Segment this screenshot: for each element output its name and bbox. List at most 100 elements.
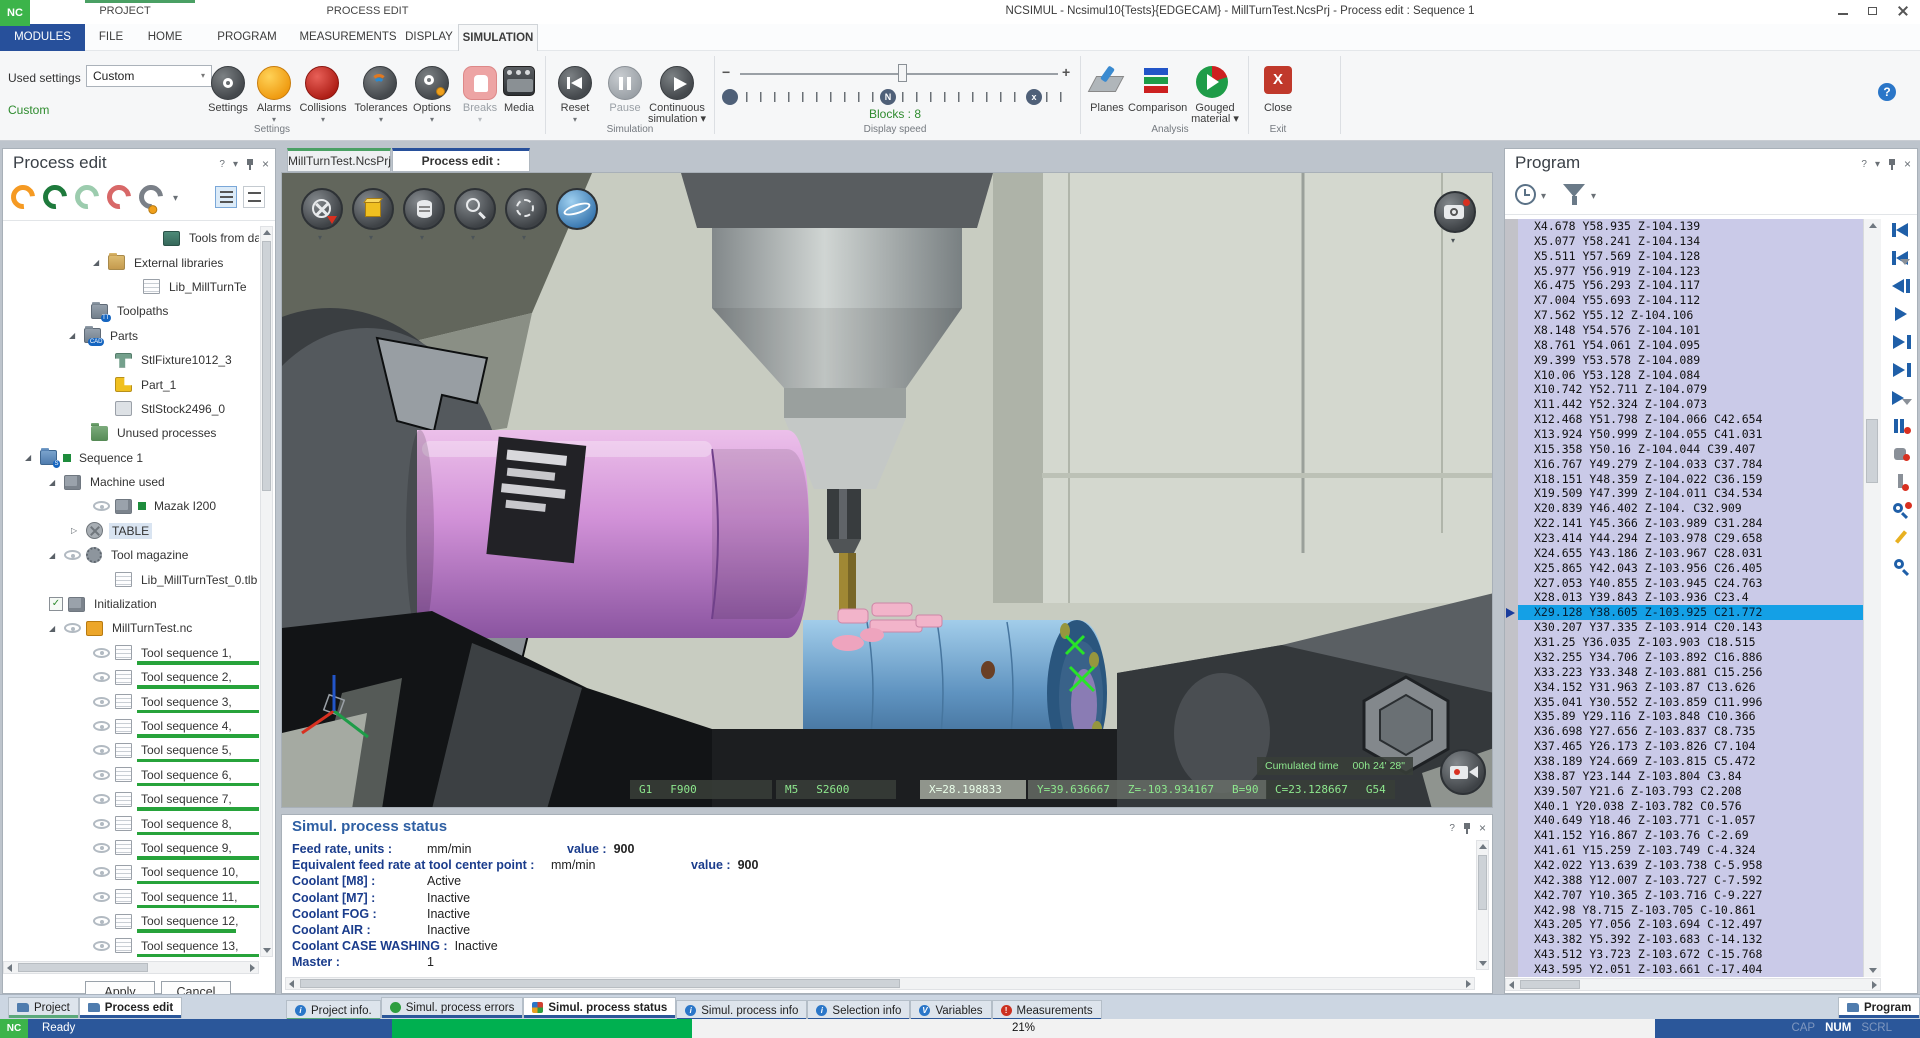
tree-item-label[interactable]: Tool sequence 8, [138, 816, 235, 832]
part-display-button[interactable] [403, 188, 445, 230]
tab-simul-process-info[interactable]: iSimul. process info [676, 1000, 807, 1021]
options-caret-icon[interactable]: ▾ [405, 115, 459, 124]
status-help-icon[interactable]: ? [1449, 823, 1455, 834]
close-window-button[interactable] [1896, 5, 1910, 17]
speed-clock-icon[interactable] [722, 89, 738, 105]
skip-first-icon[interactable] [1890, 219, 1914, 241]
program-pin-icon[interactable] [1888, 159, 1896, 170]
tab-measurements[interactable]: MEASUREMENTS [296, 24, 400, 51]
gcode-line[interactable]: X24.655 Y43.186 Z-103.967 C28.031 [1518, 546, 1863, 561]
used-settings-combo[interactable]: Custom▾ [86, 65, 212, 87]
machine-3d-viewport[interactable]: ▾ ▾ ▾ ▾ ▾ ▾ Cumulated time 00h 24' 28" G… [281, 172, 1493, 808]
tree-item-label[interactable]: External libraries [131, 255, 226, 271]
speed-minus-icon[interactable]: − [722, 64, 730, 80]
expander-open-icon[interactable]: ◢ [49, 624, 64, 633]
visibility-eye-icon[interactable] [93, 697, 110, 707]
gcode-line[interactable]: X30.207 Y37.335 Z-103.914 C20.143 [1518, 620, 1863, 635]
program-horizontal-scrollbar[interactable] [1505, 978, 1881, 991]
gcode-line[interactable]: X42.707 Y10.365 Z-103.716 C-9.227 [1518, 888, 1863, 903]
gcode-line[interactable]: X16.767 Y49.279 Z-104.033 C37.784 [1518, 457, 1863, 472]
run-red-icon[interactable] [102, 180, 136, 214]
visibility-eye-icon[interactable] [93, 819, 110, 829]
gcode-line[interactable]: X42.022 Y13.639 Z-103.738 C-5.958 [1518, 858, 1863, 873]
gcode-line[interactable]: X34.152 Y31.963 Z-103.87 C13.626 [1518, 680, 1863, 695]
visibility-eye-icon[interactable] [93, 892, 110, 902]
tab-program[interactable]: Program [1838, 997, 1920, 1018]
status-close-icon[interactable]: × [1479, 821, 1486, 835]
visibility-eye-icon[interactable] [93, 672, 110, 682]
view-list-icon[interactable] [243, 186, 265, 208]
gcode-line[interactable]: X8.761 Y54.061 Z-104.095 [1518, 338, 1863, 353]
gouged-material-button[interactable]: Gouged material ▾ [1190, 103, 1240, 125]
visibility-eye-icon[interactable] [93, 867, 110, 877]
tab-program[interactable]: PROGRAM [202, 24, 292, 51]
gcode-line[interactable]: X31.25 Y36.035 Z-103.903 C18.515 [1518, 635, 1863, 650]
tab-project-view[interactable]: MillTurnTest.NcsPrj [287, 148, 391, 172]
tree-row[interactable]: ◢CADParts [3, 324, 259, 348]
tree-row[interactable]: Lib_MillTurnTe [3, 275, 259, 299]
run-orange-icon[interactable] [6, 180, 40, 214]
tab-selection-info[interactable]: iSelection info [807, 1000, 910, 1021]
run-caret-icon[interactable]: ▾ [173, 193, 178, 204]
tree-row[interactable]: ◢SSequence 1 [3, 446, 259, 470]
visibility-eye-icon[interactable] [64, 623, 81, 633]
tree-item-label[interactable]: Tool sequence 1, [138, 645, 235, 661]
gcode-line[interactable]: X43.595 Y2.051 Z-103.661 C-17.404 [1518, 962, 1863, 977]
visibility-eye-icon[interactable] [93, 843, 110, 853]
gcode-line[interactable]: X6.475 Y56.293 Z-104.117 [1518, 278, 1863, 293]
expander-open-icon[interactable]: ◢ [49, 478, 64, 487]
tree-item-label[interactable]: Mazak I200 [151, 498, 219, 514]
tree-item-label[interactable]: Tool magazine [108, 547, 191, 563]
gcode-line[interactable]: X29.128 Y38.605 Z-103.925 C21.772 [1518, 605, 1863, 620]
tree-item-label[interactable]: Tool sequence 5, [138, 742, 235, 758]
run-green-icon[interactable] [38, 180, 72, 214]
gcode-line[interactable]: X35.041 Y30.552 Z-103.859 C11.996 [1518, 695, 1863, 710]
tree-row[interactable]: ✓Initialization [3, 592, 259, 616]
orbit-button[interactable] [556, 188, 598, 230]
help-icon[interactable]: ? [1878, 83, 1896, 101]
visibility-eye-icon[interactable] [93, 501, 110, 511]
gcode-line[interactable]: X36.698 Y27.656 Z-103.837 C8.735 [1518, 724, 1863, 739]
gcode-line[interactable]: X37.465 Y26.173 Z-103.826 C7.104 [1518, 739, 1863, 754]
settings-icon[interactable] [211, 66, 245, 100]
gouged-material-icon[interactable] [1196, 66, 1228, 98]
reset-caret-icon[interactable]: ▾ [550, 115, 600, 124]
close-simulation-icon[interactable]: X [1264, 66, 1292, 94]
checkbox-icon[interactable]: ✓ [49, 597, 63, 611]
tree-row[interactable]: Tool sequence 13, [3, 933, 259, 957]
stock-caret-icon[interactable]: ▾ [369, 233, 373, 242]
tab-project[interactable]: Project [8, 997, 79, 1018]
reset-button[interactable]: Reset [550, 103, 600, 114]
tree-row[interactable]: StlStock2496_0 [3, 397, 259, 421]
visibility-eye-icon[interactable] [93, 941, 110, 951]
visibility-eye-icon[interactable] [93, 721, 110, 731]
tree-item-label[interactable]: Lib_MillTurnTe [166, 279, 250, 295]
collisions-caret-icon[interactable]: ▾ [292, 115, 354, 124]
speed-x-marker-icon[interactable]: x [1026, 89, 1042, 105]
tab-home[interactable]: HOME [138, 24, 192, 51]
panel-caret-icon[interactable]: ▾ [233, 159, 238, 170]
speed-plus-icon[interactable]: + [1062, 64, 1070, 80]
gcode-line[interactable]: X43.382 Y5.392 Z-103.683 C-14.132 [1518, 932, 1863, 947]
gcode-line[interactable]: X41.61 Y15.259 Z-103.749 C-4.324 [1518, 843, 1863, 858]
reset-icon[interactable] [558, 66, 592, 100]
continuous-simulation-icon[interactable] [660, 66, 694, 100]
tree-row[interactable]: Tool sequence 5, [3, 738, 259, 762]
skip-last-filter-icon[interactable] [1890, 387, 1914, 409]
part-caret-icon[interactable]: ▾ [420, 233, 424, 242]
tool-red-icon[interactable] [1890, 471, 1914, 493]
edit-pencil-icon[interactable] [1890, 527, 1914, 549]
visibility-eye-icon[interactable] [93, 648, 110, 658]
status-pin-icon[interactable] [1463, 823, 1471, 834]
panel-close-icon[interactable]: × [262, 157, 269, 171]
gcode-line[interactable]: X38.87 Y23.144 Z-103.804 C3.84 [1518, 769, 1863, 784]
gcode-line[interactable]: X7.562 Y55.12 Z-104.106 [1518, 308, 1863, 323]
tab-display[interactable]: DISPLAY [402, 24, 456, 51]
gcode-line[interactable]: X35.89 Y29.116 Z-103.848 C10.366 [1518, 709, 1863, 724]
media-icon[interactable] [503, 66, 535, 96]
tree-row[interactable]: Tool sequence 12, [3, 909, 259, 933]
minimize-button[interactable] [1836, 5, 1850, 17]
view-detail-icon[interactable] [215, 186, 237, 208]
snapshot-caret-icon[interactable]: ▾ [1451, 236, 1455, 245]
gcode-line[interactable]: X4.678 Y58.935 Z-104.139 [1518, 219, 1863, 234]
